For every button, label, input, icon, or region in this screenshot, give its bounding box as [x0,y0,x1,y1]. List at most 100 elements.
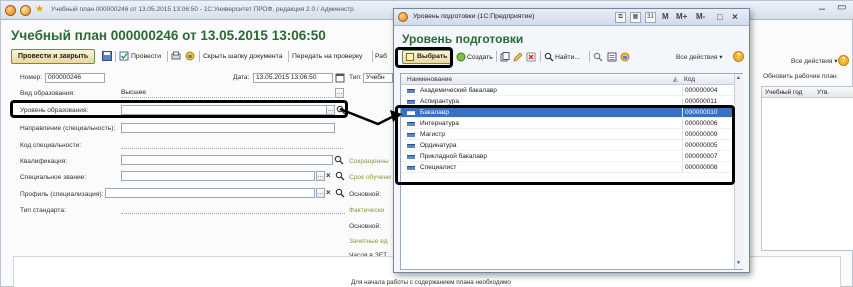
app-logo-icon[interactable] [5,5,16,16]
table-header: Наименование ◭ Код [401,74,734,85]
special-title-field[interactable] [121,171,315,181]
maximize-icon[interactable]: ▭ [837,2,846,13]
create-button[interactable]: Создать [467,51,493,64]
select-button-callout [395,47,453,68]
delete-icon[interactable] [526,52,536,62]
toolbar-divider [115,51,116,62]
all-actions-menu[interactable]: Все действия ▾ [676,53,723,61]
profile-field[interactable] [105,188,315,198]
edit-icon[interactable] [513,52,523,62]
scroll-up-icon[interactable]: ▲ [736,75,741,81]
study-term-label: Срок обучени [349,174,391,181]
calendar-icon[interactable] [335,73,345,83]
document-toolbar: Провести и закрыть Провести Скрыть шапку… [11,49,391,64]
qualification-field[interactable] [121,155,333,165]
education-type-label: Вид образования: [20,90,75,97]
type-label: Тип: [349,74,362,81]
education-type-field[interactable]: Высшее [121,88,333,98]
vertical-scrollbar[interactable]: ▲ ▼ [734,74,743,269]
table-rows-callout [395,105,735,185]
standard-type-label: Тип стандарта: [20,207,66,214]
reductions-label: Сокращенны [349,158,389,165]
clear-icon[interactable]: × [326,188,331,197]
table-icon[interactable]: ▦ [630,12,641,23]
toolbar-divider [496,51,497,62]
special-title-label: Специальное звание: [20,174,87,181]
help-icon[interactable]: ? [838,55,849,66]
actual-label: Фактически [349,207,385,214]
sort-asc-icon: ◭ [673,76,678,83]
number-field[interactable]: 000000246 [45,73,105,83]
table-row[interactable]: Академический бакалавр 000000004 [401,86,734,96]
help-icon[interactable]: ? [733,51,744,62]
column-header-year[interactable]: Учебный год [765,87,802,98]
toolbar-divider [372,51,373,62]
work-plans-table: Учебный год Утв. [761,86,853,251]
hide-header-button[interactable]: Скрыть шапку документа [203,50,282,63]
find-icon [544,52,554,62]
send-to-check-button[interactable]: Передать на проверку [292,50,362,63]
column-header-code[interactable]: Код [684,74,695,85]
post-and-close-button[interactable]: Провести и закрыть [11,49,96,64]
close-icon[interactable]: × [732,12,738,23]
search-icon[interactable] [335,171,345,181]
search-icon[interactable] [334,155,344,165]
date-field[interactable]: 13.05.2015 13:06:50 [253,73,333,83]
dialog-window-title: Уровень подготовки (1С:Предприятие) [413,13,535,20]
education-type-value: Высшее [121,89,147,96]
favorite-star-icon[interactable]: ★ [35,4,44,15]
date-label: Дата: [233,74,250,81]
cancel-search-icon[interactable] [593,52,603,62]
clear-icon[interactable]: × [326,171,331,180]
direction-field[interactable] [121,123,335,133]
memory-plus-button[interactable]: M+ [676,12,687,21]
special-title-select-button[interactable]: … [316,171,325,181]
dialog-titlebar: Уровень подготовки (1С:Предприятие) ⧉ ▦ … [394,9,749,26]
row-name: Академический бакалавр [420,87,497,94]
print-icon[interactable] [171,51,181,61]
scroll-down-icon[interactable]: ▼ [736,260,741,266]
profile-select-button[interactable]: … [316,188,325,198]
column-header-name[interactable]: Наименование [407,74,452,85]
window-title: Учебный план 000000246 от 13.05.2015 13:… [51,6,354,13]
all-actions-menu[interactable]: Все действия ▾ [791,57,838,65]
search-icon[interactable] [335,188,345,198]
callout-arrow [339,107,402,126]
toolbar-divider [167,51,168,62]
refresh-plans-button[interactable]: Обновить рабочие план [763,73,837,80]
qualification-label: Квалификация: [20,158,68,165]
catalog-item-icon [407,89,415,93]
education-level-callout [10,100,348,118]
profile-label: Профиль (специализация): [20,191,104,198]
standard-type-field[interactable] [121,204,345,214]
plan-content-hint: Для начала работы с содержанием плана не… [351,279,511,286]
credits-label: Зачетные ед [349,238,388,245]
copy-icon[interactable]: ⧉ [615,12,626,23]
memory-minus-button[interactable]: M- [696,12,705,21]
back-icon[interactable] [20,5,31,16]
copy-icon[interactable] [500,52,510,62]
specialty-code-label: Код специальности: [20,142,82,149]
structure-icon[interactable] [620,52,630,62]
specialty-code-field [121,139,343,149]
row-code: 000000004 [682,86,734,96]
page-title: Учебный план 000000246 от 13.05.2015 13:… [11,28,326,43]
create-icon [456,52,466,62]
restore-icon[interactable]: □ [717,12,722,22]
dialog-title: Уровень подготовки [402,32,524,46]
find-button[interactable]: Найти... [555,51,580,64]
list-icon[interactable] [607,52,617,62]
work-button[interactable]: Раб [375,50,387,63]
column-header-approved[interactable]: Утв. [817,87,829,98]
memory-button[interactable]: M [662,12,669,21]
minimize-icon[interactable]: – [819,3,825,15]
structure-icon[interactable] [185,51,195,61]
basic2-label: Основной: [349,223,382,230]
education-type-select-button[interactable]: … [335,88,344,98]
save-icon[interactable] [102,51,112,61]
calendar-icon[interactable]: 31 [645,12,656,23]
toolbar-divider [540,51,541,62]
type-field[interactable]: Учебн [363,73,393,83]
toolbar-divider [288,51,289,62]
post-button[interactable]: Провести [131,50,161,63]
